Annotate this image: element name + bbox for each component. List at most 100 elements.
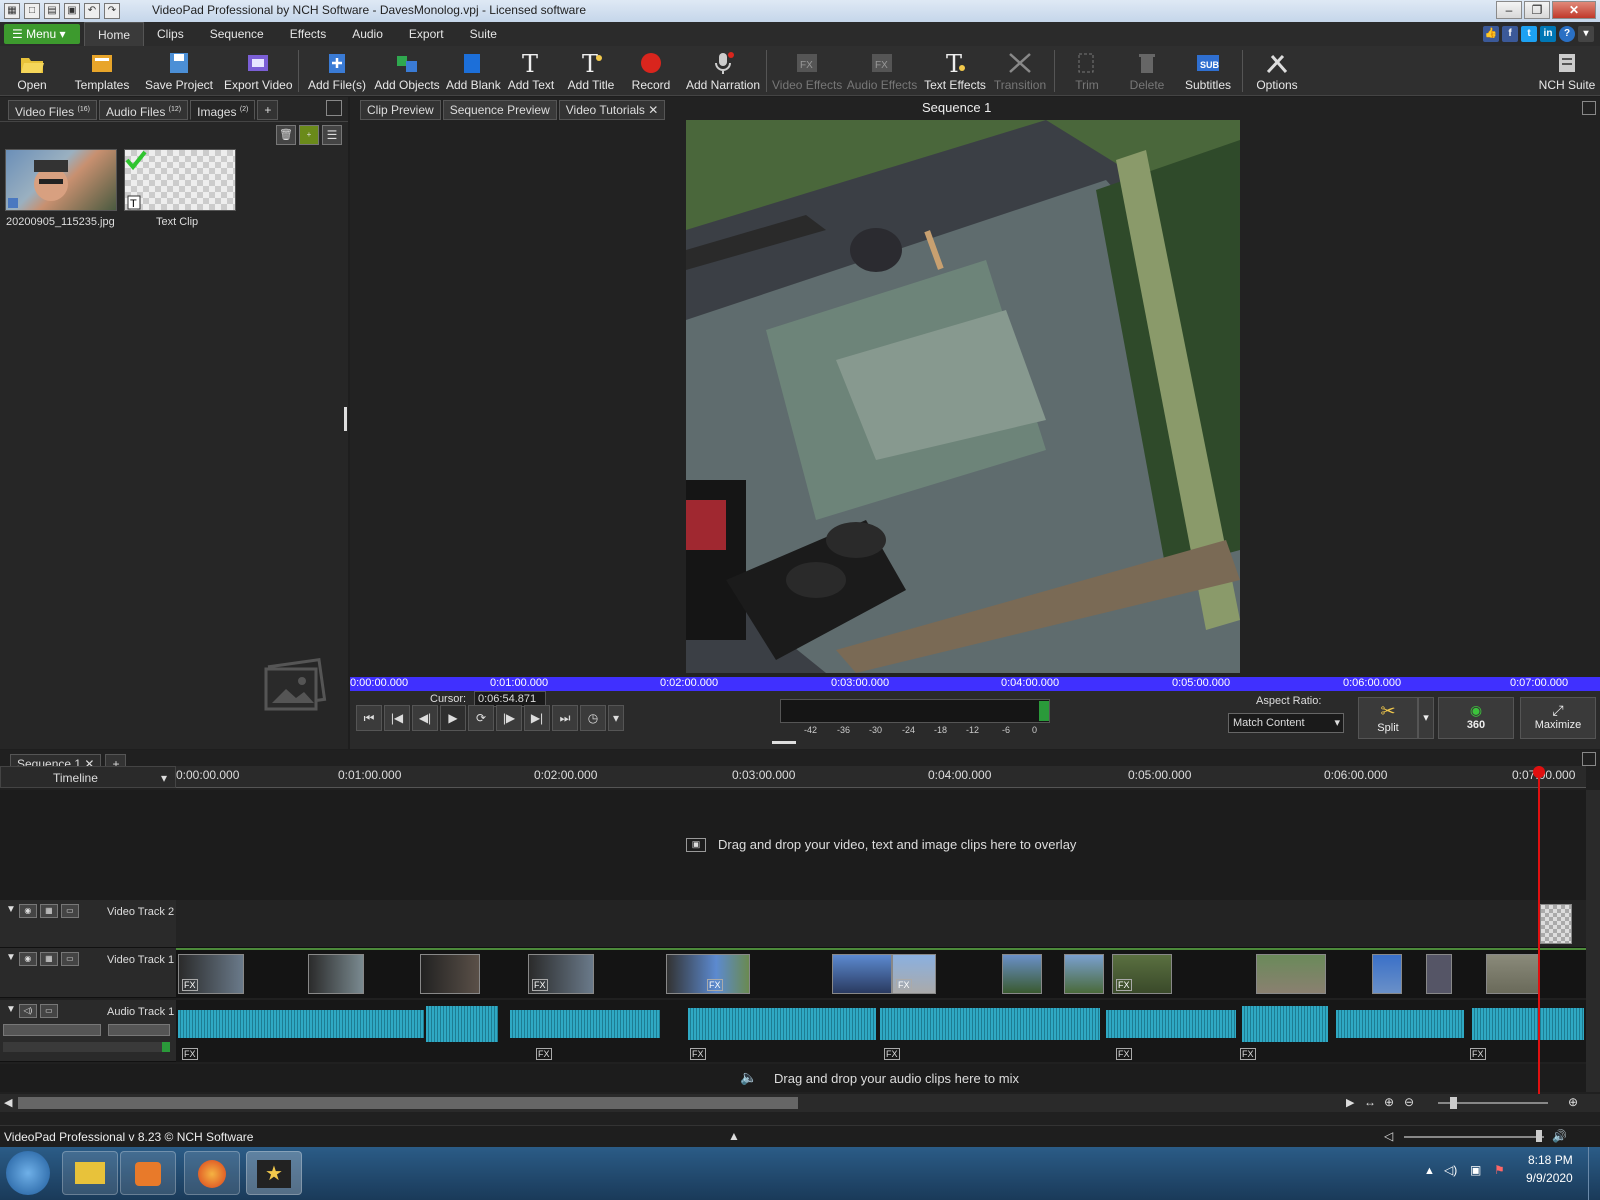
add-narration-button[interactable]: Add Narration: [684, 48, 762, 94]
videopad-taskbar-icon[interactable]: ★: [246, 1151, 302, 1195]
collapse-triangle-icon[interactable]: ▼: [6, 904, 16, 918]
tab-video-files[interactable]: Video Files (16): [8, 100, 97, 120]
fx-badge[interactable]: FX: [1240, 1048, 1256, 1060]
fx-badge[interactable]: FX: [884, 1048, 900, 1060]
fx-badge[interactable]: FX: [707, 979, 723, 991]
video-effects-button[interactable]: FX Video Effects: [772, 48, 842, 94]
overlay-drop-zone[interactable]: ▣ Drag and drop your video, text and ima…: [0, 790, 1586, 900]
menu-button[interactable]: ☰ Menu ▾: [4, 24, 80, 44]
options-button[interactable]: Options: [1250, 48, 1304, 94]
open-button[interactable]: Open: [8, 48, 56, 94]
speaker-icon[interactable]: ◁): [18, 1004, 37, 1018]
360-button[interactable]: ◉ 360: [1438, 697, 1514, 739]
audio-clip-waveform[interactable]: [880, 1008, 1100, 1040]
tab-export[interactable]: Export: [396, 22, 457, 46]
fx-badge[interactable]: FX: [532, 979, 548, 991]
add-bin-tab-button[interactable]: +: [257, 100, 279, 120]
tab-suite[interactable]: Suite: [457, 22, 510, 46]
eye-icon[interactable]: ◉: [18, 952, 37, 966]
export-video-button[interactable]: Export Video: [224, 48, 293, 94]
fx-badge[interactable]: FX: [1116, 1048, 1132, 1060]
help-icon[interactable]: ?: [1559, 26, 1575, 42]
image-thumbnail-photo[interactable]: [5, 149, 117, 211]
network-tray-icon[interactable]: ▣: [1470, 1163, 1481, 1177]
tray-expand-icon[interactable]: ▲: [1424, 1165, 1435, 1177]
fx-badge[interactable]: FX: [1470, 1048, 1486, 1060]
subtitles-button[interactable]: SUB Subtitles: [1180, 48, 1236, 94]
video-track-1-lane[interactable]: FX FX FX FX FX: [176, 948, 1586, 998]
video-clip[interactable]: [420, 954, 480, 994]
video-clip[interactable]: [1486, 954, 1540, 994]
zoom-fit-icon[interactable]: ⊕: [1384, 1095, 1394, 1109]
lock-icon[interactable]: ▭: [60, 952, 79, 966]
twitter-icon[interactable]: t: [1521, 26, 1537, 42]
play-icon[interactable]: ▶: [440, 705, 466, 731]
transition-button[interactable]: Transition: [992, 48, 1048, 94]
fx-badge[interactable]: FX: [896, 979, 912, 991]
video-clip[interactable]: FX: [178, 954, 244, 994]
fx-badge[interactable]: FX: [182, 979, 198, 991]
tab-audio[interactable]: Audio: [339, 22, 396, 46]
timeline-vertical-scrollbar[interactable]: [1586, 790, 1600, 1092]
panel-splitter-handle[interactable]: [772, 741, 796, 744]
step-back-icon[interactable]: ◀|: [412, 705, 438, 731]
split-dropdown[interactable]: ▾: [1418, 697, 1434, 739]
audio-track-1-lane[interactable]: FX FX FX FX FX FX FX: [176, 1000, 1586, 1062]
speaker-icon[interactable]: 🔊: [1552, 1129, 1567, 1143]
tab-images[interactable]: Images (2): [190, 100, 256, 120]
fx-badge[interactable]: FX: [1116, 979, 1132, 991]
split-button[interactable]: ✂ Split: [1358, 697, 1418, 739]
scroll-left-icon[interactable]: ◀: [4, 1096, 12, 1109]
tab-sequence-preview[interactable]: Sequence Preview: [442, 100, 557, 120]
video-clip[interactable]: FX: [1112, 954, 1172, 994]
nch-suite-button[interactable]: NCH Suite: [1538, 48, 1596, 94]
show-desktop-button[interactable]: [1588, 1147, 1600, 1200]
video-clip[interactable]: [1372, 954, 1402, 994]
file-explorer-taskbar-icon[interactable]: [62, 1151, 118, 1195]
horizontal-scrollbar-thumb[interactable]: [18, 1097, 798, 1109]
fx-badge[interactable]: FX: [690, 1048, 706, 1060]
audio-clip-waveform[interactable]: [426, 1006, 498, 1042]
aspect-ratio-select[interactable]: Match Content ▾: [1228, 713, 1344, 733]
add-title-button[interactable]: T Add Title: [566, 48, 616, 94]
video-clip[interactable]: [1002, 954, 1042, 994]
trim-button[interactable]: Trim: [1064, 48, 1110, 94]
record-button[interactable]: Record: [628, 48, 674, 94]
tab-clips[interactable]: Clips: [144, 22, 197, 46]
undock-icon[interactable]: [1582, 752, 1596, 766]
audio-effects-button[interactable]: FX Audio Effects: [846, 48, 918, 94]
like-icon[interactable]: 👍: [1483, 26, 1499, 42]
lock-icon[interactable]: ▭: [39, 1004, 58, 1018]
audio-drop-zone[interactable]: 🔈 Drag and drop your audio clips here to…: [0, 1064, 1586, 1092]
eye-icon[interactable]: ◉: [18, 904, 37, 918]
previous-clip-icon[interactable]: |◀: [384, 705, 410, 731]
firefox-taskbar-icon[interactable]: [184, 1151, 240, 1195]
tab-audio-files[interactable]: Audio Files (12): [98, 100, 189, 120]
lock-icon[interactable]: ▭: [60, 904, 79, 918]
track-settings-icon[interactable]: ▦: [39, 904, 58, 918]
timeline-ruler[interactable]: 0:00:00.000 0:01:00.000 0:02:00.000 0:03…: [176, 766, 1586, 788]
audio-clip-waveform[interactable]: [178, 1010, 424, 1038]
undock-icon[interactable]: [1582, 101, 1596, 115]
delete-button[interactable]: Delete: [1124, 48, 1170, 94]
fit-width-icon[interactable]: ↔: [1364, 1095, 1376, 1109]
undock-icon[interactable]: [326, 100, 342, 116]
add-objects-button[interactable]: Add Objects: [374, 48, 440, 94]
video-clip[interactable]: FX: [666, 954, 750, 994]
volume-tray-icon[interactable]: ◁): [1444, 1163, 1457, 1177]
add-files-button[interactable]: Add File(s): [306, 48, 368, 94]
text-clip[interactable]: [1540, 904, 1572, 944]
templates-button[interactable]: Templates: [70, 48, 134, 94]
fx-badge[interactable]: FX: [182, 1048, 198, 1060]
pan-slider[interactable]: [108, 1024, 170, 1036]
video-clip[interactable]: [832, 954, 892, 994]
tab-clip-preview[interactable]: Clip Preview: [360, 100, 441, 120]
minimize-button[interactable]: –: [1496, 1, 1522, 19]
clock-time[interactable]: 8:18 PM: [1528, 1153, 1573, 1167]
zoom-out-icon[interactable]: ⊖: [1404, 1095, 1414, 1109]
playback-speed-icon[interactable]: ◷: [580, 705, 606, 731]
redo-icon[interactable]: ↷: [104, 3, 120, 19]
playhead-handle[interactable]: [1533, 766, 1545, 778]
save-project-button[interactable]: Save Project: [144, 48, 214, 94]
tab-video-tutorials[interactable]: Video Tutorials ✕: [558, 100, 666, 120]
